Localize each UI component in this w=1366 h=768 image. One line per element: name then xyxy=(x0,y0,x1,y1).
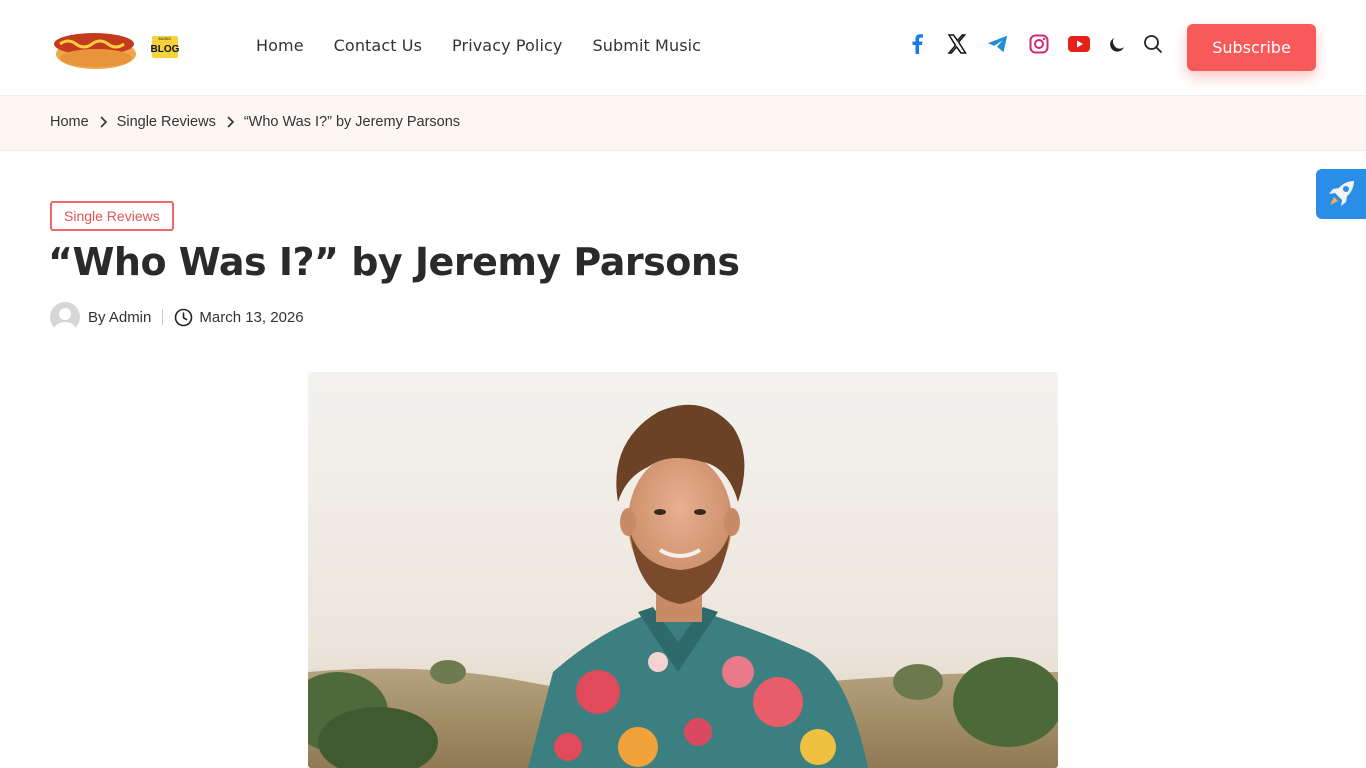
breadcrumb: Home Single Reviews “Who Was I?” by Jere… xyxy=(50,114,460,130)
logo-text: BLOG xyxy=(151,44,180,55)
site-logo[interactable]: BLOG MUSIC xyxy=(54,24,184,72)
logo-small-text: MUSIC xyxy=(159,36,172,41)
publish-date: March 13, 2026 xyxy=(199,308,304,326)
nav-submit-music[interactable]: Submit Music xyxy=(593,36,702,55)
featured-image xyxy=(308,372,1058,768)
author-name[interactable]: By Admin xyxy=(88,309,151,326)
nav-contact-us[interactable]: Contact Us xyxy=(334,36,422,55)
article-title: “Who Was I?” by Jeremy Parsons xyxy=(48,240,740,284)
breadcrumb-current: “Who Was I?” by Jeremy Parsons xyxy=(243,114,461,130)
social-links xyxy=(906,33,1164,55)
article-meta: By Admin March 13, 2026 xyxy=(50,302,304,332)
breadcrumb-home[interactable]: Home xyxy=(50,114,89,130)
main-nav: Home Contact Us Privacy Policy Submit Mu… xyxy=(256,36,701,55)
instagram-icon[interactable] xyxy=(1028,33,1050,55)
nav-home[interactable]: Home xyxy=(256,36,304,55)
clock-icon xyxy=(174,308,193,327)
dark-mode-icon[interactable] xyxy=(1106,33,1128,55)
facebook-icon[interactable] xyxy=(906,33,928,55)
x-icon[interactable] xyxy=(946,33,968,55)
subscribe-button[interactable]: Subscribe xyxy=(1187,24,1316,71)
avatar[interactable] xyxy=(50,302,80,332)
site-header: BLOG MUSIC Home Contact Us Privacy Polic… xyxy=(0,0,1366,96)
youtube-icon[interactable] xyxy=(1068,33,1090,55)
search-icon[interactable] xyxy=(1142,33,1164,55)
chevron-right-icon xyxy=(99,116,107,128)
breadcrumb-single-reviews[interactable]: Single Reviews xyxy=(117,114,216,130)
telegram-icon[interactable] xyxy=(987,33,1009,55)
chevron-right-icon xyxy=(226,116,234,128)
rocket-widget[interactable] xyxy=(1316,169,1366,219)
category-badge[interactable]: Single Reviews xyxy=(50,201,174,231)
meta-divider xyxy=(162,309,164,325)
nav-privacy-policy[interactable]: Privacy Policy xyxy=(452,36,562,55)
rocket-icon xyxy=(1329,181,1354,206)
breadcrumb-bar: Home Single Reviews “Who Was I?” by Jere… xyxy=(0,96,1366,151)
